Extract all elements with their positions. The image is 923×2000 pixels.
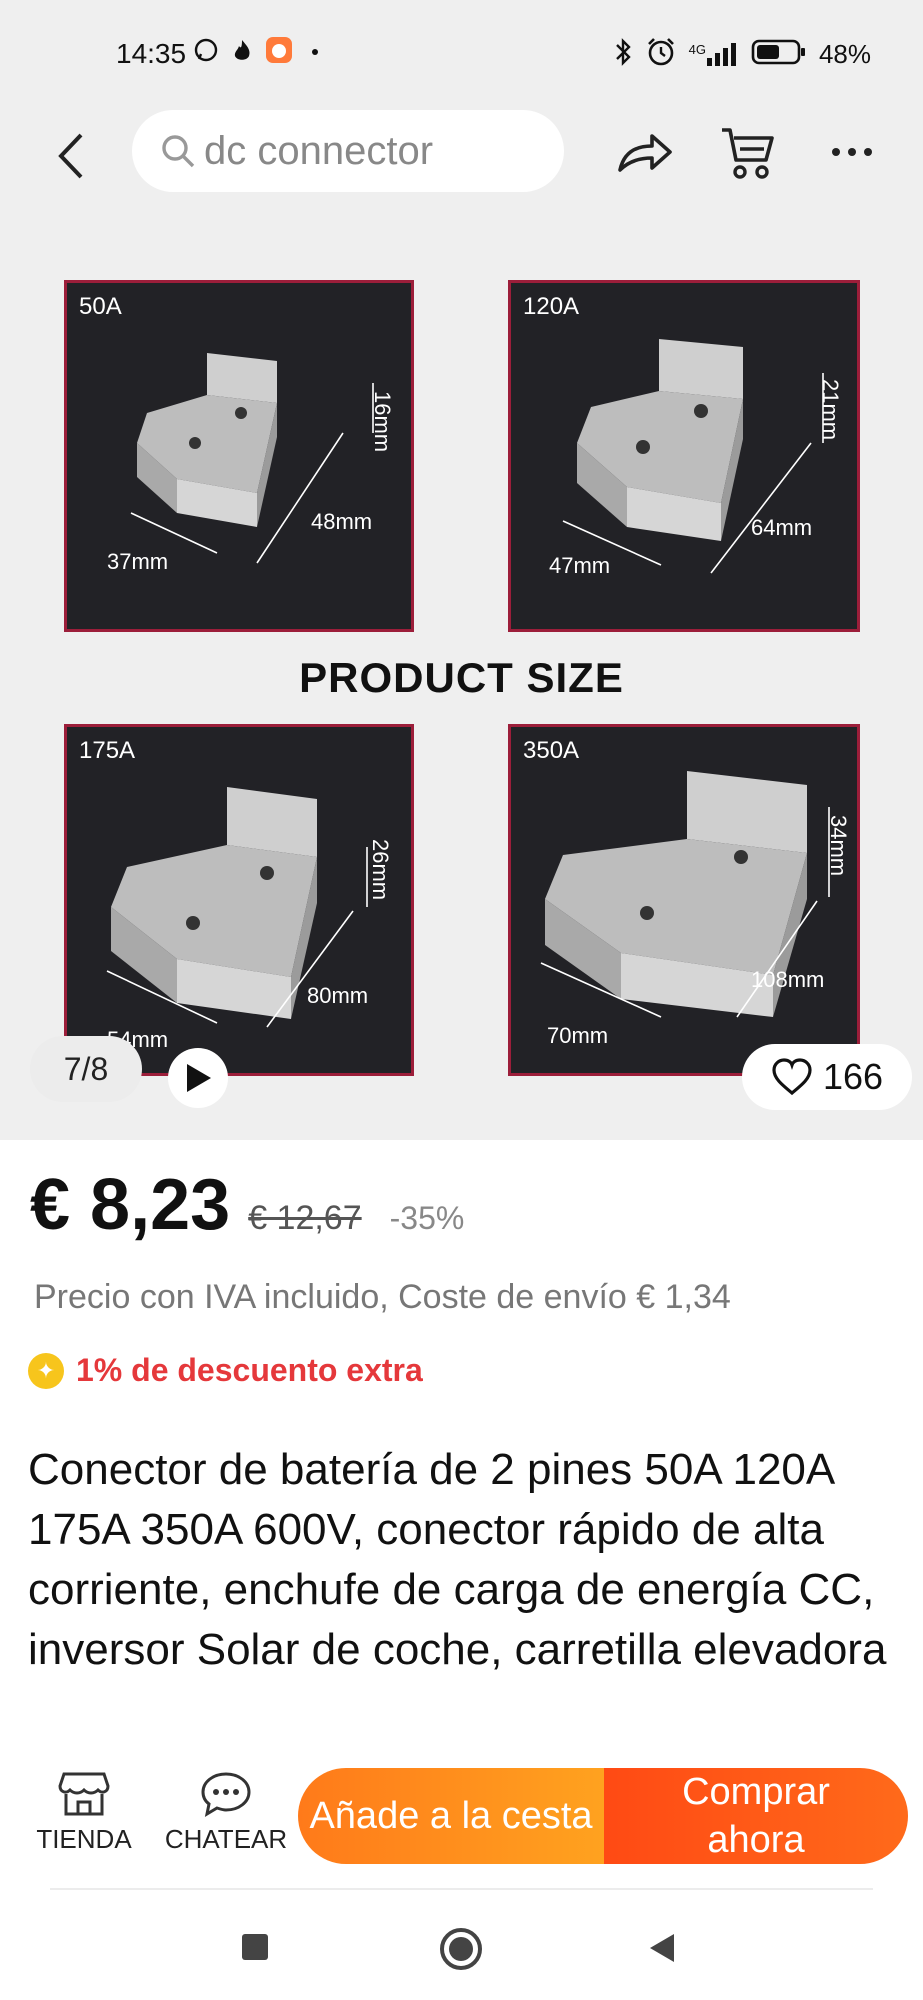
status-notification-icons [193, 36, 327, 69]
dim-height: 26mm [368, 839, 393, 901]
price-row: € 8,23 € 12,67 -35% [30, 1164, 464, 1246]
chat-label: CHATEAR [164, 1824, 288, 1854]
play-video-button[interactable] [168, 1048, 228, 1108]
battery-icon [751, 38, 807, 71]
size-tile-50a: 50A 16mm 48mm 37mm [64, 280, 414, 632]
dim-height: 16mm [370, 391, 395, 453]
battery-level: 48% [818, 39, 871, 69]
store-icon [58, 1772, 110, 1816]
square-icon [242, 1934, 268, 1960]
app-icon [265, 36, 293, 69]
more-options-button[interactable] [826, 124, 878, 180]
connector-image [540, 771, 830, 1018]
bluetooth-icon [613, 37, 633, 72]
buy-now-label: Comprar ahora [682, 1771, 830, 1861]
connector-image [106, 787, 368, 1028]
back-nav-button[interactable] [646, 1930, 678, 1966]
store-label: TIENDA [36, 1824, 132, 1854]
home-circle-icon [440, 1928, 482, 1970]
play-icon [187, 1064, 211, 1092]
app-bar: dc connector [0, 104, 923, 216]
recent-apps-button[interactable] [240, 1932, 270, 1962]
dim-height: 21mm [818, 379, 843, 441]
coin-icon: ✦ [28, 1352, 64, 1389]
add-to-cart-button[interactable]: Añade a la cesta [298, 1768, 604, 1864]
search-icon [162, 135, 195, 168]
extra-discount[interactable]: ✦ 1% de descuento extra [28, 1352, 423, 1389]
dim-width: 70mm [547, 1023, 609, 1048]
chat-button[interactable]: CHATEAR [164, 1770, 288, 1855]
dim-length: 108mm [751, 967, 825, 992]
connector-image [130, 353, 374, 564]
alarm-icon [645, 36, 677, 73]
product-image-gallery[interactable]: 50A 16mm 48mm 37mm 120A 21mm 64mm 47mm P… [0, 216, 923, 1140]
more-dots-icon [832, 148, 872, 156]
shopping-cart-icon [722, 128, 774, 179]
dim-height: 34mm [826, 815, 851, 877]
dim-length: 48mm [311, 509, 373, 534]
system-navigation-bar [0, 1890, 923, 2000]
whatsapp-icon [193, 37, 219, 68]
status-bar: 14:35 4G 48% [0, 0, 923, 104]
image-pager: 7/8 [30, 1036, 142, 1102]
product-title: Conector de batería de 2 pines 50A 120A … [28, 1445, 887, 1674]
signal-icon: 4G [689, 42, 739, 68]
gallery-heading: PRODUCT SIZE [299, 654, 624, 701]
discount-percent: -35% [389, 1200, 465, 1236]
status-system-icons: 4G 48% [613, 36, 871, 73]
dot-icon [303, 44, 327, 62]
size-tile-175a: 175A 26mm 80mm 54mm [64, 724, 414, 1076]
store-button[interactable]: TIENDA [34, 1770, 134, 1855]
bottom-action-bar: TIENDA CHATEAR Añade a la cesta Comprar … [0, 1752, 923, 1888]
network-type: 4G [688, 41, 706, 57]
share-icon [618, 134, 672, 172]
search-query: dc connector [204, 128, 434, 173]
flame-icon [229, 37, 255, 68]
size-tile-350a: 350A 34mm 108mm 70mm [508, 724, 860, 1076]
home-button[interactable] [438, 1926, 484, 1972]
dim-width: 47mm [549, 553, 611, 578]
dim-length: 64mm [751, 515, 813, 540]
current-price: € 8,23 [30, 1165, 231, 1245]
buy-now-button[interactable]: Comprar ahora [604, 1768, 908, 1864]
dim-length: 80mm [307, 983, 369, 1008]
wishlist-button[interactable]: 166 [742, 1044, 912, 1110]
wishlist-count: 166 [822, 1056, 884, 1097]
triangle-back-icon [650, 1934, 674, 1962]
back-button[interactable] [44, 126, 96, 186]
chevron-left-icon [58, 133, 83, 179]
dim-width: 37mm [107, 549, 169, 574]
chat-bubble-icon [201, 1772, 251, 1818]
status-time: 14:35 [116, 38, 187, 69]
original-price: € 12,67 [248, 1199, 362, 1237]
size-tile-120a: 120A 21mm 64mm 47mm [508, 280, 860, 632]
extra-discount-label: 1% de descuento extra [76, 1352, 423, 1388]
tax-shipping-note: Precio con IVA incluido, Coste de envío … [34, 1278, 731, 1316]
share-button[interactable] [614, 122, 676, 182]
cart-button[interactable] [720, 122, 776, 182]
search-input[interactable]: dc connector [132, 110, 564, 192]
heart-icon [772, 1058, 812, 1096]
